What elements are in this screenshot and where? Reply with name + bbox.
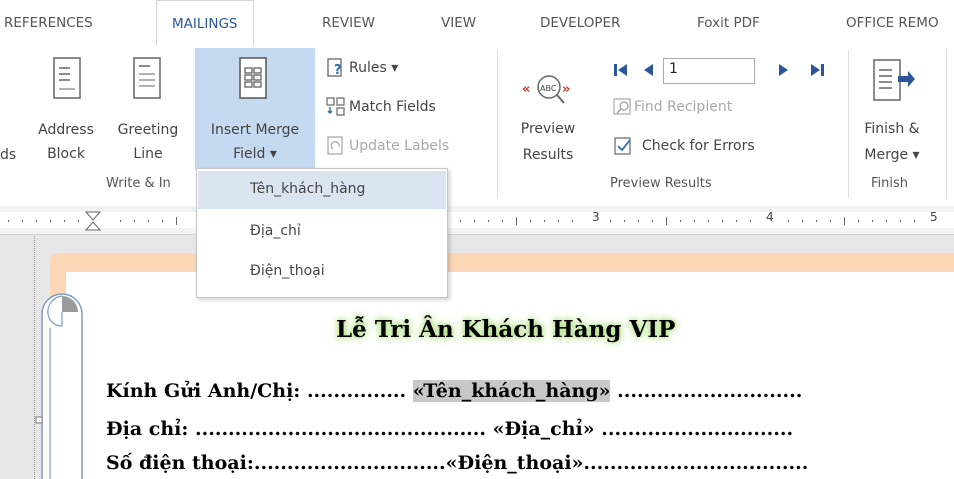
finish-merge-label-2[interactable]: Merge ▾	[852, 143, 932, 167]
rules-button[interactable]: Rules ▾	[349, 60, 398, 76]
greeting-line-button[interactable]: Greeting Line	[108, 52, 188, 170]
scroll-ornament	[35, 293, 83, 479]
ruler-ticks	[8, 211, 915, 231]
svg-text:«: «	[522, 82, 530, 97]
tab-review[interactable]: REVIEW	[322, 0, 375, 46]
group-label-write-insert: Write & In	[106, 176, 171, 191]
document-title: Lễ Tri Ân Khách Hàng VIP	[336, 316, 676, 343]
address-block-icon	[53, 57, 81, 99]
dropdown-item-dien-thoai[interactable]: Điện_thoại	[198, 253, 446, 291]
ruler-number-4: 4	[766, 210, 774, 224]
dropdown-item-label: Tên_khách_hàng	[250, 181, 366, 197]
phone-line: Số điện thoại:..........................…	[106, 452, 809, 474]
insert-merge-field-icon	[239, 57, 267, 99]
finish-merge-icon	[873, 59, 915, 101]
ribbon-tab-bar: REFERENCES MAILINGS REVIEW VIEW DEVELOPE…	[0, 0, 954, 47]
insert-merge-field-label-2: Field ▾	[233, 146, 277, 162]
last-record-icon[interactable]	[808, 61, 826, 79]
finish-merge-label-1[interactable]: Finish &	[852, 117, 932, 141]
dropdown-item-ten-khach-hang[interactable]: Tên_khách_hàng	[198, 171, 446, 209]
find-recipient-icon	[613, 98, 631, 115]
address-block-label-2: Block	[47, 146, 85, 162]
greeting-line: Kính Gửi Anh/Chị: ............... «Tên_k…	[106, 380, 802, 402]
tab-mailings[interactable]: MAILINGS	[156, 0, 254, 46]
record-number-input[interactable]: 1	[663, 58, 755, 84]
group-label-finish: Finish	[871, 176, 909, 191]
svg-text:ABC: ABC	[540, 84, 557, 93]
tab-office-remote[interactable]: OFFICE REMO	[846, 0, 939, 46]
greeting-line-label-2: Line	[133, 146, 163, 162]
first-record-icon[interactable]	[612, 61, 630, 79]
tab-developer[interactable]: DEVELOPER	[540, 0, 620, 46]
next-record-icon[interactable]	[776, 61, 792, 79]
ruler-number-3: 3	[592, 210, 600, 224]
preview-results-icon: « ABC »	[522, 75, 570, 104]
record-number-value: 1	[669, 61, 678, 77]
insert-merge-field-label-1: Insert Merge	[210, 122, 300, 138]
rules-icon: ?	[327, 58, 342, 78]
merge-field-customer-name[interactable]: «Tên_khách_hàng»	[412, 380, 611, 402]
check-for-errors-button[interactable]: Check for Errors	[642, 138, 755, 154]
group-separator	[946, 50, 947, 198]
tab-view[interactable]: VIEW	[441, 0, 476, 46]
group-label-preview-results: Preview Results	[610, 176, 712, 191]
match-fields-button[interactable]: Match Fields	[349, 99, 436, 115]
tab-references[interactable]: REFERENCES	[4, 0, 93, 46]
update-labels-button[interactable]: Update Labels	[349, 138, 449, 154]
greeting-line-label-1: Greeting	[117, 122, 179, 138]
match-fields-icon	[326, 97, 345, 116]
preview-results-label-1[interactable]: Preview	[508, 117, 588, 141]
group-separator	[497, 50, 498, 198]
greeting-prefix: Kính Gửi Anh/Chị: ...............	[106, 380, 407, 402]
address-block-button[interactable]: Address Block	[28, 52, 106, 170]
merge-field-dropdown: Tên_khách_hàng Địa_chỉ Điện_thoại	[196, 168, 448, 298]
ruler-number-5: 5	[930, 210, 938, 224]
greeting-line-icon	[133, 57, 161, 99]
dropdown-item-label: Địa_chỉ	[250, 223, 301, 239]
group-separator	[848, 50, 849, 198]
svg-text:»: »	[562, 82, 570, 97]
previous-record-icon[interactable]	[640, 61, 656, 79]
check-for-errors-icon	[614, 137, 631, 155]
address-block-label-1: Address	[38, 122, 94, 138]
find-recipient-button[interactable]: Find Recipient	[634, 99, 732, 115]
dropdown-item-label: Điện_thoại	[250, 263, 325, 279]
svg-text:?: ?	[334, 63, 342, 78]
dropdown-item-dia-chi[interactable]: Địa_chỉ	[198, 213, 446, 251]
greeting-suffix: ............................	[617, 380, 803, 402]
address-line: Địa chỉ: ...............................…	[106, 418, 794, 440]
document-page[interactable]	[66, 272, 954, 479]
preview-results-label-2[interactable]: Results	[508, 143, 588, 167]
update-labels-icon	[327, 136, 343, 155]
partial-button-label: ds	[0, 147, 17, 163]
tab-foxit-pdf[interactable]: Foxit PDF	[697, 0, 760, 46]
